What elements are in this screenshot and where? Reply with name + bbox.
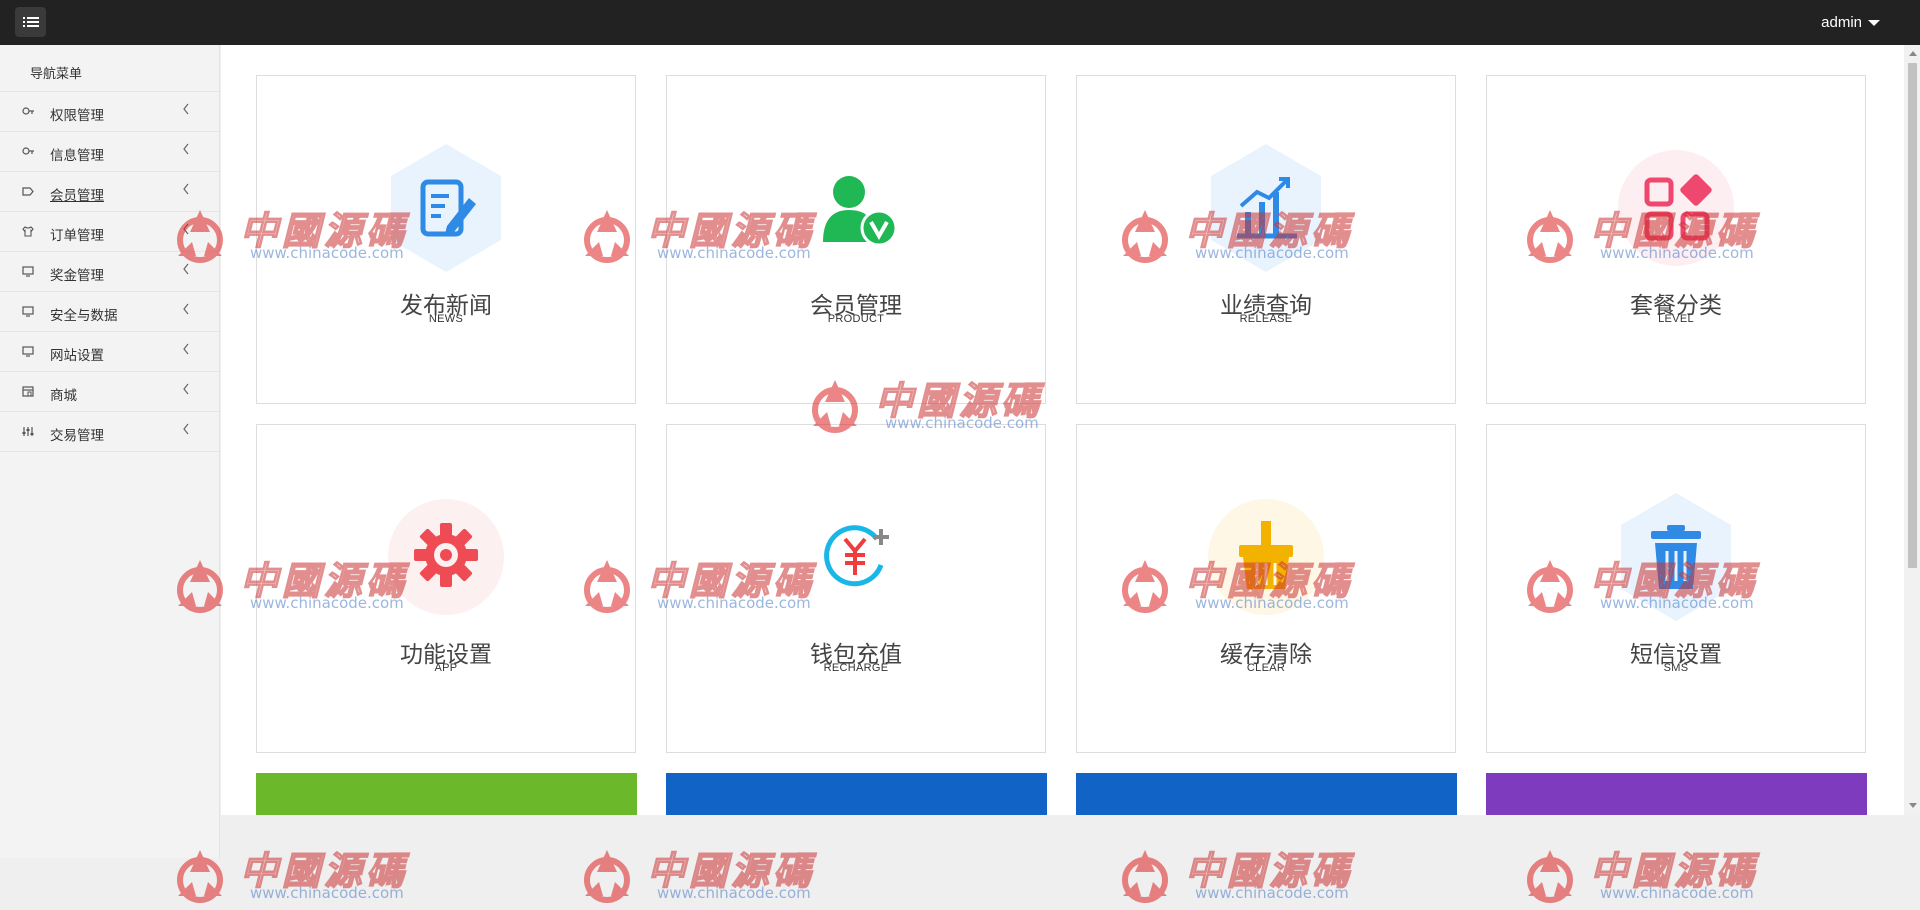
- sidebar: 导航菜单 权限管理 信息管理 会员管理 订单管理 奖金管理 安全与数据 网站设置…: [0, 45, 220, 858]
- settings-badge: [387, 493, 505, 621]
- card-clear-cache[interactable]: 缓存清除 CLEAR: [1076, 424, 1456, 753]
- sidebar-item-bonus[interactable]: 奖金管理: [0, 252, 219, 292]
- chevron-left-icon: [183, 343, 189, 355]
- watermark: 中國源碼 www.chinacode.com: [1115, 840, 1375, 910]
- gear-icon: [388, 499, 504, 615]
- sidebar-item-label: 信息管理: [50, 148, 104, 163]
- sidebar-item-label: 奖金管理: [50, 268, 104, 283]
- sidebar-item-orders[interactable]: 订单管理: [0, 212, 219, 252]
- scroll-up-icon[interactable]: [1909, 51, 1917, 56]
- sidebar-item-label: 订单管理: [50, 228, 104, 243]
- members-badge: [797, 144, 915, 272]
- watermark-text: 中國源碼: [1589, 847, 1759, 893]
- card-subtitle: NEWS: [428, 313, 464, 325]
- scroll-down-icon[interactable]: [1909, 803, 1917, 808]
- key-icon: [22, 107, 34, 115]
- chevron-left-icon: [183, 143, 189, 155]
- watermark-logo-icon: [584, 850, 630, 903]
- scroll-thumb[interactable]: [1908, 63, 1917, 568]
- tag-icon: [22, 187, 34, 196]
- watermark-text: 中國源碼: [646, 847, 816, 893]
- stat-tile-purple[interactable]: [1486, 773, 1867, 815]
- card-news[interactable]: 发布新闻 NEWS: [256, 75, 636, 404]
- user-verified-icon: [823, 176, 898, 247]
- chevron-left-icon: [183, 183, 189, 195]
- monitor-icon: [22, 306, 34, 317]
- store-icon: [22, 386, 34, 397]
- card-settings[interactable]: 功能设置 APP: [256, 424, 636, 753]
- broom-icon: [1208, 499, 1324, 615]
- main-content: 发布新闻 NEWS 会员管理 PRODUCT 业绩查询 RELEASE 套餐分类…: [221, 45, 1908, 815]
- sidebar-item-website[interactable]: 网站设置: [0, 332, 219, 372]
- recharge-badge: [797, 493, 915, 621]
- card-subtitle: RECHARGE: [823, 662, 889, 674]
- edit-document-icon: [391, 144, 501, 272]
- category-icon: [1618, 150, 1734, 266]
- stat-tile-blue-1[interactable]: [666, 773, 1047, 815]
- sidebar-item-label: 安全与数据: [50, 308, 118, 323]
- caret-down-icon: [1868, 19, 1880, 26]
- card-packages[interactable]: 套餐分类 LEVEL: [1486, 75, 1866, 404]
- watermark-url: www.chinacode.com: [1600, 884, 1754, 902]
- shirt-icon: [22, 226, 34, 237]
- chevron-left-icon: [183, 383, 189, 395]
- chevron-left-icon: [183, 223, 189, 235]
- news-badge: [387, 144, 505, 272]
- yuan-plus-icon: [824, 525, 889, 587]
- main-scrollbar[interactable]: [1904, 45, 1920, 815]
- clear-cache-badge: [1207, 493, 1325, 621]
- sidebar-item-label: 商城: [50, 388, 77, 403]
- chevron-left-icon: [183, 423, 189, 435]
- card-subtitle: RELEASE: [1239, 313, 1293, 325]
- watermark: 中國源碼 www.chinacode.com: [577, 840, 837, 910]
- watermark-text: 中國源碼: [1184, 847, 1354, 893]
- watermark-url: www.chinacode.com: [657, 884, 811, 902]
- menu-toggle-button[interactable]: [15, 7, 46, 37]
- card-sms[interactable]: 短信设置 SMS: [1486, 424, 1866, 753]
- sidebar-item-members[interactable]: 会员管理: [0, 172, 219, 212]
- sidebar-item-info[interactable]: 信息管理: [0, 132, 219, 172]
- sidebar-item-label: 权限管理: [50, 108, 104, 123]
- card-subtitle: APP: [434, 662, 458, 674]
- monitor-icon: [22, 346, 34, 357]
- chevron-left-icon: [183, 263, 189, 275]
- watermark: 中國源碼 www.chinacode.com: [1520, 840, 1780, 910]
- sidebar-item-label: 交易管理: [50, 428, 104, 443]
- sidebar-item-mall[interactable]: 商城: [0, 372, 219, 412]
- performance-badge: [1207, 144, 1325, 272]
- watermark-text: 中國源碼: [239, 847, 409, 893]
- monitor-icon: [22, 266, 34, 277]
- card-recharge[interactable]: 钱包充值 RECHARGE: [666, 424, 1046, 753]
- card-subtitle: LEVEL: [1658, 313, 1694, 325]
- key-icon: [22, 147, 34, 155]
- user-menu[interactable]: admin: [1821, 14, 1880, 31]
- sidebar-item-label: 会员管理: [50, 188, 104, 203]
- sms-badge: [1617, 493, 1735, 621]
- list-icon: [22, 17, 39, 27]
- bar-chart-icon: [1211, 144, 1321, 272]
- watermark-url: www.chinacode.com: [1195, 884, 1349, 902]
- top-navbar: admin: [0, 0, 1920, 45]
- sidebar-item-label: 网站设置: [50, 348, 104, 363]
- watermark-logo-icon: [1122, 850, 1168, 903]
- sidebar-item-trading[interactable]: 交易管理: [0, 412, 219, 452]
- card-subtitle: PRODUCT: [827, 313, 885, 325]
- chevron-left-icon: [183, 103, 189, 115]
- card-subtitle: SMS: [1663, 662, 1689, 674]
- chevron-left-icon: [183, 303, 189, 315]
- sidebar-title: 导航菜单: [0, 45, 219, 92]
- trash-icon: [1621, 493, 1731, 621]
- sidebar-item-permissions[interactable]: 权限管理: [0, 92, 219, 132]
- card-subtitle: CLEAR: [1246, 662, 1286, 674]
- sidebar-item-security[interactable]: 安全与数据: [0, 292, 219, 332]
- packages-badge: [1617, 144, 1735, 272]
- stat-tile-blue-2[interactable]: [1076, 773, 1457, 815]
- watermark-logo-icon: [1527, 850, 1573, 903]
- card-members[interactable]: 会员管理 PRODUCT: [666, 75, 1046, 404]
- user-name: admin: [1821, 14, 1862, 31]
- stat-tile-green[interactable]: [256, 773, 637, 815]
- sliders-icon: [22, 427, 34, 436]
- watermark-url: www.chinacode.com: [250, 884, 404, 902]
- card-performance[interactable]: 业绩查询 RELEASE: [1076, 75, 1456, 404]
